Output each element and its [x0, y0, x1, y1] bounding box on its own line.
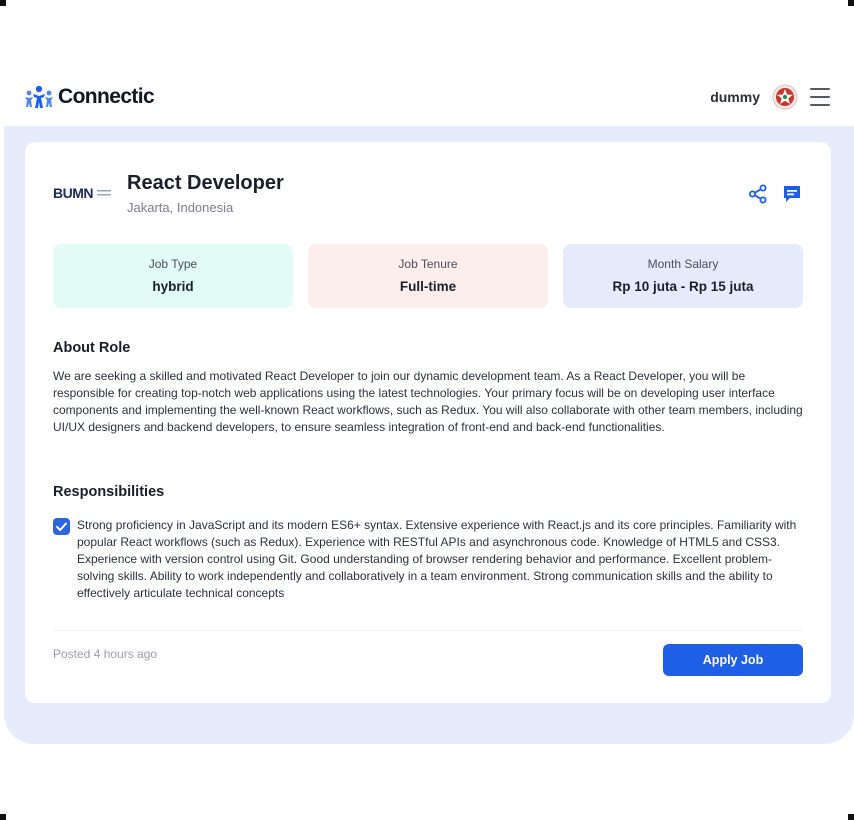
avatar[interactable] [772, 84, 798, 110]
job-detail-card: BUMN React Developer Jakarta, Indonesia … [25, 142, 831, 703]
share-icon[interactable] [747, 183, 769, 205]
job-tenure-box: Job Tenure Full-time [308, 244, 548, 308]
about-role-heading: About Role [53, 340, 131, 356]
chat-icon[interactable] [781, 183, 803, 205]
corner-mark [0, 0, 6, 6]
responsibilities-text: Strong proficiency in JavaScript and its… [77, 518, 797, 600]
username: dummy [710, 89, 760, 105]
job-type-label: Job Type [148, 257, 198, 271]
corner-mark [848, 0, 854, 6]
company-logo: BUMN [53, 185, 111, 201]
top-navbar: Connectic dummy [0, 72, 854, 126]
job-type-value: hybrid [152, 279, 194, 294]
responsibilities-heading: Responsibilities [53, 484, 165, 500]
brand[interactable]: Connectic [24, 84, 155, 110]
divider [53, 630, 803, 631]
job-tenure-label: Job Tenure [398, 257, 458, 271]
user-menu: dummy [710, 84, 830, 110]
job-tenure-value: Full-time [399, 279, 457, 294]
job-type-box: Job Type hybrid [53, 244, 293, 308]
salary-label: Month Salary [647, 257, 719, 271]
about-role-text: We are seeking a skilled and motivated R… [53, 369, 803, 434]
checkbox-checked-icon[interactable] [53, 518, 70, 535]
salary-value: Rp 10 juta - Rp 15 juta [612, 279, 754, 294]
posted-time: Posted 4 hours ago [53, 647, 158, 661]
brand-name: Connectic [58, 85, 155, 108]
hamburger-menu-icon[interactable] [810, 88, 830, 106]
corner-mark [848, 814, 854, 820]
people-logo-icon [25, 85, 53, 108]
company-logo-text: BUMN [53, 185, 93, 201]
job-location: Jakarta, Indonesia [127, 200, 234, 215]
job-title: React Developer [127, 172, 284, 194]
salary-box: Month Salary Rp 10 juta - Rp 15 juta [563, 244, 803, 308]
apply-job-button[interactable]: Apply Job [663, 644, 803, 676]
corner-mark [0, 814, 6, 820]
